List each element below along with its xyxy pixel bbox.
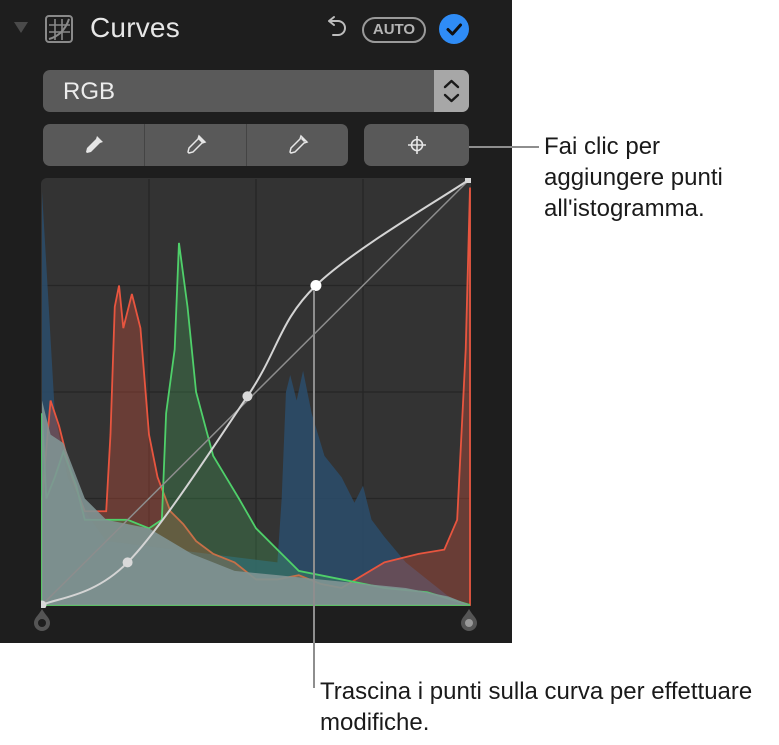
eyedropper-half-icon [186, 134, 206, 154]
gray-point-eyedropper[interactable] [144, 124, 246, 166]
curves-histogram[interactable] [41, 178, 471, 608]
select-stepper[interactable] [434, 70, 469, 112]
callout-line-drag-points [313, 290, 315, 688]
auto-button[interactable]: AUTO [362, 17, 426, 43]
curve-control-point[interactable] [122, 557, 133, 568]
disclosure-triangle-icon[interactable] [14, 22, 28, 33]
crosshair-icon [407, 136, 426, 154]
callout-line-add-points [469, 146, 539, 148]
eyedropper-outline-icon [288, 134, 308, 154]
callout-drag-points: Trascina i punti sulla curva per effettu… [320, 678, 753, 736]
enable-checkbox[interactable] [439, 14, 469, 44]
channel-select-value: RGB [63, 78, 116, 105]
curves-icon [45, 15, 73, 43]
channel-select[interactable]: RGB [43, 70, 469, 112]
white-point-handle[interactable] [459, 608, 479, 632]
white-point-eyedropper[interactable] [246, 124, 348, 166]
curves-panel: Curves AUTO RGB [0, 0, 512, 643]
black-point-eyedropper[interactable] [43, 124, 144, 166]
curve-control-point[interactable] [242, 391, 253, 402]
checkmark-icon [446, 23, 462, 36]
undo-icon[interactable] [325, 14, 349, 42]
black-point-handle[interactable] [32, 608, 52, 632]
add-points-button[interactable] [364, 124, 469, 166]
panel-title: Curves [90, 12, 180, 43]
eyedropper-group [43, 124, 348, 166]
curve-endpoint[interactable] [465, 178, 471, 183]
callout-add-points: Fai clic per aggiungere punti all'istogr… [544, 133, 723, 222]
eyedropper-filled-icon [85, 136, 103, 153]
chevron-up-down-icon [443, 79, 460, 103]
